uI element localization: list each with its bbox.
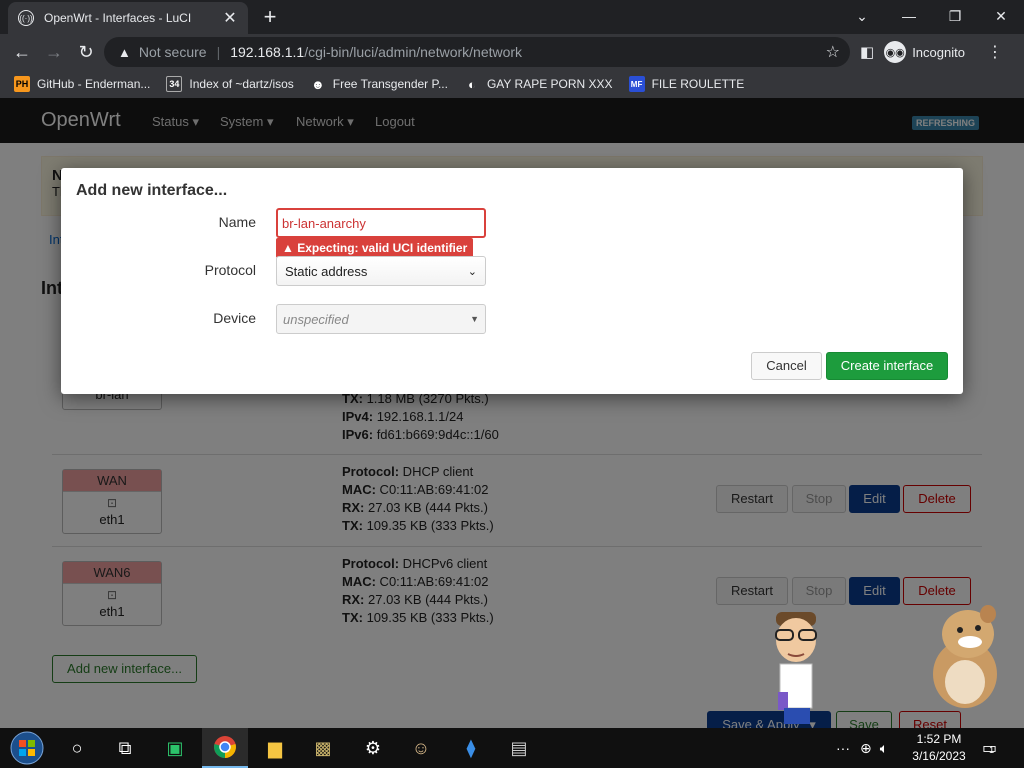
security-label[interactable]: Not secure [139, 44, 207, 60]
settings-gear-icon[interactable]: ⚙ [350, 728, 396, 768]
close-window-button[interactable]: ✕ [981, 4, 1021, 28]
bookmark-free-tp[interactable]: ☻ Free Transgender P... [310, 76, 448, 92]
back-arrow-icon[interactable]: ← [6, 36, 38, 68]
browser-toolbar: ← → ↻ ▲ Not secure | 192.168.1.1 /cgi-bi… [0, 34, 1024, 70]
bookmark-star-icon[interactable]: ☆ [826, 42, 840, 62]
chrome-logo-icon [214, 736, 236, 758]
add-interface-modal: Add new interface... Name br-lan-anarchy… [61, 168, 963, 394]
reload-icon[interactable]: ↻ [70, 36, 102, 68]
device-dropdown[interactable]: unspecified ▼ [276, 304, 486, 334]
bookmark-label: GAY RAPE PORN XXX [486, 77, 613, 91]
clock-time: 1:52 PM [916, 732, 962, 746]
device-label: Device [213, 310, 256, 326]
hamster-sticker [933, 605, 997, 708]
address-separator: | [216, 44, 221, 60]
kebab-menu-icon[interactable]: ⋮ [987, 42, 1003, 62]
bookmarks-bar: PH GitHub - Enderman... 34 Index of ~dar… [0, 70, 1024, 98]
profile-label[interactable]: Incognito [912, 45, 965, 60]
bookmark-face-icon: ☻ [310, 76, 325, 92]
url-host: 192.168.1.1 [230, 44, 305, 60]
bookmark-label: Index of ~dartz/isos [189, 77, 294, 91]
clock-date: 3/16/2023 [912, 749, 966, 763]
bookmark-dartz-isos[interactable]: 34 Index of ~dartz/isos [166, 76, 294, 92]
forward-arrow-icon[interactable]: → [38, 36, 70, 68]
address-bar[interactable]: ▲ Not secure | 192.168.1.1 /cgi-bin/luci… [104, 37, 850, 67]
browser-tab[interactable]: ((·)) OpenWrt - Interfaces - LuCI ✕ [8, 2, 248, 34]
chrome-icon[interactable] [202, 728, 248, 768]
minimize-button[interactable]: — [889, 4, 929, 28]
bookmark-label: FILE ROULETTE [651, 77, 745, 91]
tab-title: OpenWrt - Interfaces - LuCI [44, 11, 192, 25]
maximize-button[interactable]: ❐ [935, 4, 975, 28]
bookmark-grp[interactable]: ◐ GAY RAPE PORN XXX [464, 76, 613, 92]
bookmark-34-icon: 34 [166, 76, 183, 92]
caret-down-icon: ▼ [470, 314, 479, 324]
windows-taskbar: ○ ⧉ ▣ ▆ ▩ ⚙ ☺ ⧫ ▤ ··· ⊕ 🔈︎ 1:52 PM 3/16/… [0, 728, 1024, 768]
file-explorer-icon[interactable]: ▆ [252, 728, 298, 768]
new-tab-button[interactable]: + [258, 6, 282, 30]
create-interface-button[interactable]: Create interface [826, 352, 948, 380]
feedly-icon[interactable]: ▣ [152, 728, 198, 768]
validation-error-tooltip: ▲ Expecting: valid UCI identifier [276, 238, 474, 258]
bookmark-mf-icon: MF [628, 76, 645, 92]
warning-triangle-icon: ▲ [118, 44, 131, 60]
server-app-icon[interactable]: ▤ [496, 728, 542, 768]
modal-title: Add new interface... [76, 182, 228, 199]
openwrt-favicon-icon: ((·)) [18, 10, 34, 26]
incognito-icon[interactable]: ◉◉ [884, 41, 907, 63]
volume-icon[interactable]: 🔈︎ [880, 740, 888, 757]
system-tray: ··· ⊕ 🔈︎ [836, 728, 888, 768]
start-button[interactable] [4, 728, 50, 768]
toolbar-right: ◧ ◉◉ Incognito ⋮ [860, 37, 1003, 67]
network-app-icon[interactable]: ⧫ [448, 728, 494, 768]
system-clock[interactable]: 1:52 PM 3/16/2023 [908, 731, 970, 765]
name-input[interactable]: br-lan-anarchy [276, 208, 486, 238]
game-app-icon[interactable]: ▩ [300, 728, 346, 768]
bookmark-github[interactable]: PH GitHub - Enderman... [14, 76, 150, 92]
url-path: /cgi-bin/luci/admin/network/network [304, 44, 523, 60]
bookmark-label: GitHub - Enderman... [37, 77, 151, 91]
windows-logo-icon [10, 731, 44, 765]
protocol-select[interactable]: Static address ⌄ [276, 256, 486, 286]
tray-overflow-icon[interactable]: ··· [836, 740, 850, 756]
bookmark-ph-icon: PH [14, 76, 30, 92]
device-value: unspecified [283, 311, 349, 327]
bookmark-file-roulette[interactable]: MF FILE ROULETTE [628, 76, 745, 92]
tab-strip: ((·)) OpenWrt - Interfaces - LuCI ✕ + ⌄ … [0, 0, 1024, 34]
side-panel-icon[interactable]: ◧ [860, 43, 874, 61]
app-avatar-icon[interactable]: ☺ [398, 728, 444, 768]
bookmark-globe-icon: ◐ [468, 76, 476, 92]
tab-search-icon[interactable]: ⌄ [842, 4, 882, 28]
search-circle-icon[interactable]: ○ [54, 728, 100, 768]
notification-count: 1 [989, 745, 995, 755]
name-label: Name [218, 214, 256, 230]
hank-hill-sticker [775, 612, 817, 724]
cancel-button[interactable]: Cancel [751, 352, 822, 380]
bookmark-label: Free Transgender P... [332, 77, 448, 91]
notification-center-icon[interactable]: ▭1 [982, 738, 997, 758]
globe-network-icon[interactable]: ⊕ [860, 740, 872, 757]
tab-close-icon[interactable]: ✕ [222, 8, 238, 28]
task-view-icon[interactable]: ⧉ [102, 728, 148, 768]
chevron-down-icon: ⌄ [467, 265, 477, 278]
protocol-label: Protocol [204, 262, 256, 278]
protocol-value: Static address [285, 263, 368, 279]
